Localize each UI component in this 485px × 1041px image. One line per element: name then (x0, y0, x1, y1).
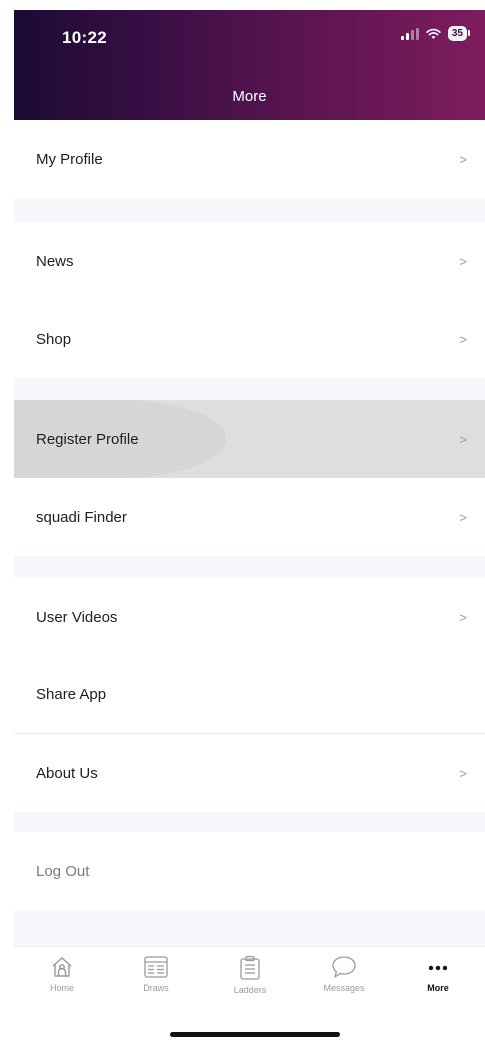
home-indicator (170, 1032, 340, 1037)
section-divider (14, 556, 485, 578)
section-divider (14, 198, 485, 222)
tab-label: Home (49, 983, 74, 993)
chevron-right-icon: > (459, 331, 467, 347)
menu-item-label: Shop (36, 330, 72, 348)
menu-item-label: News (36, 252, 74, 270)
bottom-tab-bar: Home Draws Ladders Messages More (14, 946, 485, 1041)
menu-item-user-videos[interactable]: User Videos > (14, 578, 485, 656)
tab-home[interactable]: Home (24, 955, 100, 993)
chevron-right-icon: > (459, 765, 467, 781)
messages-icon (332, 956, 356, 978)
home-icon (52, 957, 72, 977)
tab-more[interactable]: More (400, 955, 476, 993)
chevron-right-icon: > (459, 431, 467, 447)
tab-messages[interactable]: Messages (306, 955, 382, 993)
chevron-right-icon: > (459, 253, 467, 269)
draws-icon (144, 956, 168, 978)
menu-item-label: User Videos (36, 608, 118, 626)
log-out-label: Log Out (36, 862, 90, 880)
menu-item-news[interactable]: News > (14, 222, 485, 300)
menu-item-label: My Profile (36, 150, 103, 168)
menu-item-my-profile[interactable]: My Profile > (14, 120, 485, 198)
menu-item-register-profile[interactable]: Register Profile > (14, 400, 485, 478)
tab-label: Draws (143, 983, 169, 993)
wifi-icon (426, 28, 441, 39)
menu-item-share-app[interactable]: Share App (14, 656, 485, 734)
menu-item-label: Share App (36, 686, 107, 703)
menu-item-label: squadi Finder (36, 508, 127, 526)
page-title: More (232, 88, 267, 105)
tab-label: More (427, 983, 449, 993)
chevron-right-icon: > (459, 151, 467, 167)
battery-icon: 35 (447, 26, 471, 41)
status-time: 10:22 (62, 28, 107, 47)
menu-item-label: Register Profile (36, 430, 139, 448)
app-header: 10:22 35 More (14, 10, 485, 120)
menu-item-squadi-finder[interactable]: squadi Finder > (14, 478, 485, 556)
more-icon (428, 965, 448, 971)
log-out-button[interactable]: Log Out (14, 832, 485, 910)
signal-icon (400, 27, 419, 40)
menu-item-shop[interactable]: Shop > (14, 300, 485, 378)
status-icons: 35 (400, 26, 471, 41)
tab-label: Messages (323, 983, 365, 993)
more-menu: My Profile > News > Shop > Register Prof… (14, 120, 485, 958)
tab-label: Ladders (233, 985, 267, 995)
section-divider (14, 812, 485, 832)
chevron-right-icon: > (459, 609, 467, 625)
section-divider (14, 378, 485, 400)
tab-ladders[interactable]: Ladders (212, 955, 288, 995)
ladders-icon (240, 955, 260, 980)
chevron-right-icon: > (459, 509, 467, 525)
menu-item-about-us[interactable]: About Us > (14, 734, 485, 812)
tab-draws[interactable]: Draws (118, 955, 194, 993)
menu-item-label: About Us (36, 764, 98, 782)
